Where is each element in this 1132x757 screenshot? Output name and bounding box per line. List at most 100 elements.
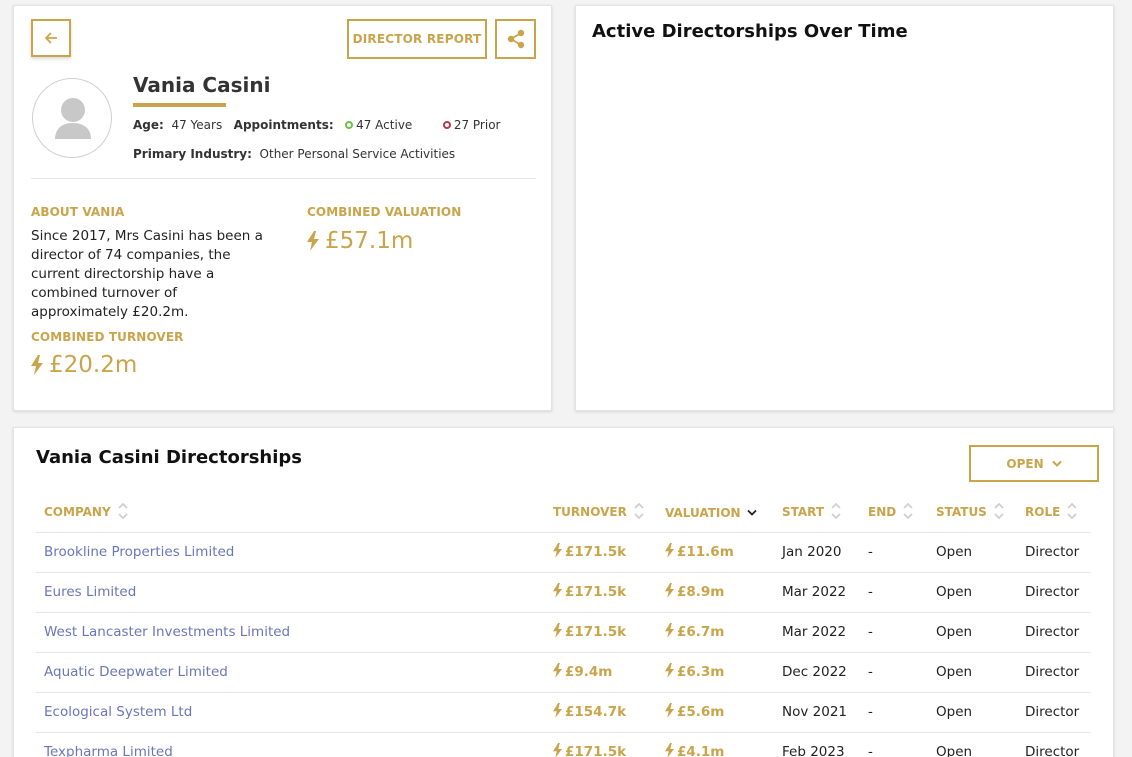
cell-start: Mar 2022 <box>774 612 860 653</box>
appointments-label: Appointments: <box>233 118 334 132</box>
directorships-table: COMPANY TURNOVER VALUATION START END STATUS RO… <box>36 494 1091 757</box>
cell-turnover-text: £154.7k <box>565 703 627 720</box>
cell-role-text: Director <box>1025 544 1080 560</box>
column-header-label: START <box>782 505 825 520</box>
table-row[interactable]: Brookline Properties Limited £171.5k £11.6… <box>36 532 1091 573</box>
bolt-icon <box>553 582 562 602</box>
director-profile-card: DIRECTOR REPORT Vania Casini Age: 47 Yea… <box>13 5 552 411</box>
cell-company-text: Eures Limited <box>44 584 137 600</box>
column-header-label: ROLE <box>1025 505 1061 520</box>
column-header-label: TURNOVER <box>553 505 627 520</box>
cell-company[interactable]: Eures Limited <box>36 572 545 613</box>
sort-icon[interactable] <box>830 501 842 524</box>
age-appointments-row: Age: 47 Years Appointments: 47 Active 27… <box>133 118 500 132</box>
cell-end-text: - <box>868 744 873 757</box>
cell-end-text: - <box>868 544 873 560</box>
column-header-turnover[interactable]: TURNOVER <box>545 494 657 533</box>
cell-valuation: £8.9m <box>657 572 774 613</box>
cell-turnover: £171.5k <box>545 612 657 653</box>
industry-label: Primary Industry: <box>133 147 252 161</box>
cell-role: Director <box>1017 572 1091 613</box>
cell-status: Open <box>928 692 1017 733</box>
about-label: ABOUT VANIA <box>31 205 125 219</box>
cell-status-text: Open <box>936 704 973 720</box>
column-header-end[interactable]: END <box>860 494 928 533</box>
cell-end: - <box>860 652 928 693</box>
combined-turnover-value: £20.2m <box>49 352 138 378</box>
cell-end-text: - <box>868 584 873 600</box>
director-name: Vania Casini <box>133 73 271 97</box>
cell-start: Mar 2022 <box>774 572 860 613</box>
cell-valuation-text: £6.3m <box>677 663 725 680</box>
cell-company-text: Brookline Properties Limited <box>44 544 235 560</box>
cell-company[interactable]: Texpharma Limited <box>36 732 545 757</box>
cell-company-text: Texpharma Limited <box>44 744 173 757</box>
cell-status-text: Open <box>936 624 973 640</box>
cell-end: - <box>860 572 928 613</box>
table-header-row: COMPANY TURNOVER VALUATION START END STATUS RO… <box>36 494 1091 533</box>
directorships-title: Vania Casini Directorships <box>36 447 302 468</box>
age-value: 47 Years <box>171 118 223 132</box>
cell-status: Open <box>928 532 1017 573</box>
cell-turnover-text: £171.5k <box>565 583 627 600</box>
cell-company-text: Ecological System Ltd <box>44 704 193 720</box>
cell-company[interactable]: Aquatic Deepwater Limited <box>36 652 545 693</box>
cell-end: - <box>860 612 928 653</box>
column-header-company[interactable]: COMPANY <box>36 494 545 533</box>
age-label: Age: <box>133 118 164 132</box>
combined-turnover-label: COMBINED TURNOVER <box>31 330 184 344</box>
prior-count: 27 Prior <box>453 118 501 132</box>
column-header-status[interactable]: STATUS <box>928 494 1017 533</box>
cell-valuation: £6.7m <box>657 612 774 653</box>
bolt-icon <box>307 231 319 251</box>
cell-company[interactable]: West Lancaster Investments Limited <box>36 612 545 653</box>
status-filter-dropdown[interactable]: OPEN <box>969 445 1099 482</box>
cell-end-text: - <box>868 704 873 720</box>
cell-start-text: Dec 2022 <box>782 664 847 680</box>
cell-status: Open <box>928 612 1017 653</box>
table-row[interactable]: Aquatic Deepwater Limited £9.4m £6.3m Dec 2… <box>36 652 1091 693</box>
sort-icon[interactable] <box>1066 501 1078 524</box>
cell-role-text: Director <box>1025 704 1080 720</box>
table-row[interactable]: Ecological System Ltd £154.7k £5.6m Nov 202… <box>36 692 1091 733</box>
sort-icon[interactable] <box>902 501 914 524</box>
sort-icon[interactable] <box>633 501 645 524</box>
cell-turnover-text: £9.4m <box>565 663 613 680</box>
cell-company[interactable]: Ecological System Ltd <box>36 692 545 733</box>
bolt-icon <box>665 622 674 642</box>
cell-turnover-text: £171.5k <box>565 623 627 640</box>
cell-end-text: - <box>868 624 873 640</box>
director-report-button[interactable]: DIRECTOR REPORT <box>347 19 487 59</box>
about-text: Since 2017, Mrs Casini has been a direct… <box>31 228 263 320</box>
cell-valuation-text: £8.9m <box>677 583 725 600</box>
table-row[interactable]: West Lancaster Investments Limited £171.5… <box>36 612 1091 653</box>
cell-turnover: £9.4m <box>545 652 657 693</box>
column-header-start[interactable]: START <box>774 494 860 533</box>
table-row[interactable]: Eures Limited £171.5k £8.9m Mar 2022 - Open Di… <box>36 572 1091 613</box>
cell-start: Jan 2020 <box>774 532 860 573</box>
cell-role-text: Director <box>1025 584 1080 600</box>
column-header-label: END <box>868 505 897 520</box>
cell-role-text: Director <box>1025 624 1080 640</box>
industry-row: Primary Industry: Other Personal Service… <box>133 147 455 161</box>
column-header-valuation[interactable]: VALUATION <box>657 494 774 533</box>
sort-desc-icon[interactable] <box>746 506 757 520</box>
combined-valuation-label: COMBINED VALUATION <box>307 205 462 219</box>
cell-valuation-text: £11.6m <box>677 543 734 560</box>
sort-icon[interactable] <box>993 501 1005 524</box>
back-button[interactable] <box>31 19 71 57</box>
column-header-role[interactable]: ROLE <box>1017 494 1091 533</box>
status-filter-label: OPEN <box>1006 456 1044 471</box>
share-button[interactable] <box>495 19 536 59</box>
cell-valuation: £4.1m <box>657 732 774 757</box>
prior-dot-icon <box>442 121 451 129</box>
bolt-icon <box>553 542 562 562</box>
cell-company[interactable]: Brookline Properties Limited <box>36 532 545 573</box>
bolt-icon <box>553 702 562 722</box>
directorships-chart-card: Active Directorships Over Time <box>575 5 1114 411</box>
combined-valuation-value: £57.1m <box>325 228 414 254</box>
sort-icon[interactable] <box>117 501 129 524</box>
bolt-icon <box>665 662 674 682</box>
table-row[interactable]: Texpharma Limited £171.5k £4.1m Feb 2023 - Op… <box>36 732 1091 757</box>
combined-valuation: £57.1m <box>307 228 413 254</box>
